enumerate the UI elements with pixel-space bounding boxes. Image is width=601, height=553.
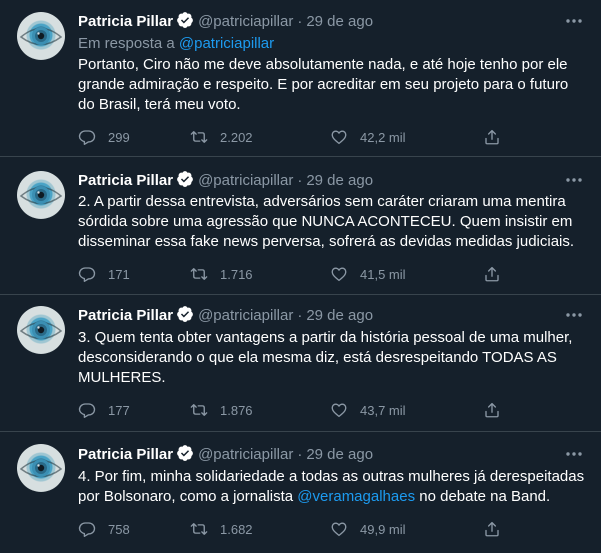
tweet-text: 3. Quem tenta obter vantagens a partir d… [78, 329, 573, 386]
like-count: 41,5 mil [360, 266, 406, 282]
more-icon[interactable] [563, 11, 585, 31]
author-handle[interactable]: @patriciapillar [198, 172, 293, 189]
share-icon [483, 128, 501, 146]
reply-prefix: Em resposta a [78, 35, 179, 52]
tweet-text: 4. Por fim, minha solidariedade a todas … [78, 467, 588, 507]
like-icon [330, 520, 348, 538]
like-icon [330, 265, 348, 283]
tweet-actions: 299 2.202 42,2 mil [78, 127, 518, 147]
retweet-button[interactable]: 1.876 [190, 400, 253, 420]
tweet-actions: 171 1.716 41,5 mil [78, 264, 518, 284]
more-icon[interactable] [563, 170, 585, 190]
tweet-actions: 177 1.876 43,7 mil [78, 400, 518, 420]
retweet-count: 1.716 [220, 266, 253, 282]
reply-count: 299 [108, 129, 130, 145]
reply-count: 758 [108, 521, 130, 537]
tweet[interactable]: Patricia Pillar @patriciapillar · 29 de ago… [0, 157, 601, 295]
retweet-icon [190, 401, 208, 419]
reply-button[interactable]: 758 [78, 519, 130, 539]
retweet-button[interactable]: 2.202 [190, 127, 253, 147]
avatar[interactable] [17, 12, 65, 60]
tweet-header: Patricia Pillar @patriciapillar · 29 de ago [78, 444, 373, 464]
tweet-date[interactable]: 29 de ago [306, 172, 373, 189]
reply-icon [78, 401, 96, 419]
author-name[interactable]: Patricia Pillar [78, 172, 173, 189]
tweet[interactable]: Patricia Pillar @patriciapillar · 29 de ago… [0, 295, 601, 432]
separator-dot: · [297, 307, 303, 324]
share-button[interactable] [483, 519, 501, 539]
retweet-icon [190, 128, 208, 146]
reply-count: 177 [108, 402, 130, 418]
tweet-header: Patricia Pillar @patriciapillar · 29 de ago [78, 305, 373, 325]
like-button[interactable]: 42,2 mil [330, 127, 406, 147]
like-count: 42,2 mil [360, 129, 406, 145]
tweet-date[interactable]: 29 de ago [306, 307, 373, 324]
author-handle[interactable]: @patriciapillar [198, 307, 293, 324]
reply-icon [78, 128, 96, 146]
share-button[interactable] [483, 400, 501, 420]
mention-link[interactable]: @veramagalhaes [297, 488, 415, 505]
reply-icon [78, 265, 96, 283]
tweet-date[interactable]: 29 de ago [306, 446, 373, 463]
retweet-button[interactable]: 1.716 [190, 264, 253, 284]
author-name[interactable]: Patricia Pillar [78, 307, 173, 324]
separator-dot: · [297, 446, 303, 463]
reply-handle-link[interactable]: @patriciapillar [179, 35, 274, 52]
retweet-icon [190, 520, 208, 538]
avatar[interactable] [17, 171, 65, 219]
reply-icon [78, 520, 96, 538]
separator-dot: · [297, 172, 303, 189]
tweet-header: Patricia Pillar @patriciapillar · 29 de ago [78, 11, 373, 31]
like-icon [330, 128, 348, 146]
retweet-count: 2.202 [220, 129, 253, 145]
more-icon[interactable] [563, 444, 585, 464]
tweet-text-part: no debate na Band. [415, 488, 551, 505]
like-button[interactable]: 49,9 mil [330, 519, 406, 539]
avatar[interactable] [17, 306, 65, 354]
author-handle[interactable]: @patriciapillar [198, 446, 293, 463]
tweet-header: Patricia Pillar @patriciapillar · 29 de ago [78, 170, 373, 190]
retweet-count: 1.876 [220, 402, 253, 418]
share-button[interactable] [483, 127, 501, 147]
separator-dot: · [297, 13, 303, 30]
retweet-button[interactable]: 1.682 [190, 519, 253, 539]
more-icon[interactable] [563, 305, 585, 325]
verified-badge-icon [176, 305, 194, 323]
author-handle[interactable]: @patriciapillar [198, 13, 293, 30]
like-icon [330, 401, 348, 419]
verified-badge-icon [176, 170, 194, 188]
tweet-date[interactable]: 29 de ago [306, 13, 373, 30]
share-button[interactable] [483, 264, 501, 284]
author-name[interactable]: Patricia Pillar [78, 446, 173, 463]
tweet[interactable]: Patricia Pillar @patriciapillar · 29 de ago… [0, 0, 601, 157]
like-count: 49,9 mil [360, 521, 406, 537]
avatar[interactable] [17, 444, 65, 492]
tweet-text: Portanto, Ciro não me deve absolutamente… [78, 56, 569, 113]
retweet-icon [190, 265, 208, 283]
reply-button[interactable]: 171 [78, 264, 130, 284]
share-icon [483, 401, 501, 419]
like-button[interactable]: 43,7 mil [330, 400, 406, 420]
verified-badge-icon [176, 444, 194, 462]
tweet[interactable]: Patricia Pillar @patriciapillar · 29 de ago… [0, 432, 601, 553]
tweet-actions: 758 1.682 49,9 mil [78, 519, 518, 539]
like-count: 43,7 mil [360, 402, 406, 418]
share-icon [483, 265, 501, 283]
tweet-text: 2. A partir dessa entrevista, adversário… [78, 193, 575, 250]
reply-button[interactable]: 177 [78, 400, 130, 420]
reply-count: 171 [108, 266, 130, 282]
verified-badge-icon [176, 11, 194, 29]
reply-button[interactable]: 299 [78, 127, 130, 147]
like-button[interactable]: 41,5 mil [330, 264, 406, 284]
retweet-count: 1.682 [220, 521, 253, 537]
reply-context: Em resposta a @patriciapillar [78, 34, 274, 54]
share-icon [483, 520, 501, 538]
author-name[interactable]: Patricia Pillar [78, 13, 173, 30]
